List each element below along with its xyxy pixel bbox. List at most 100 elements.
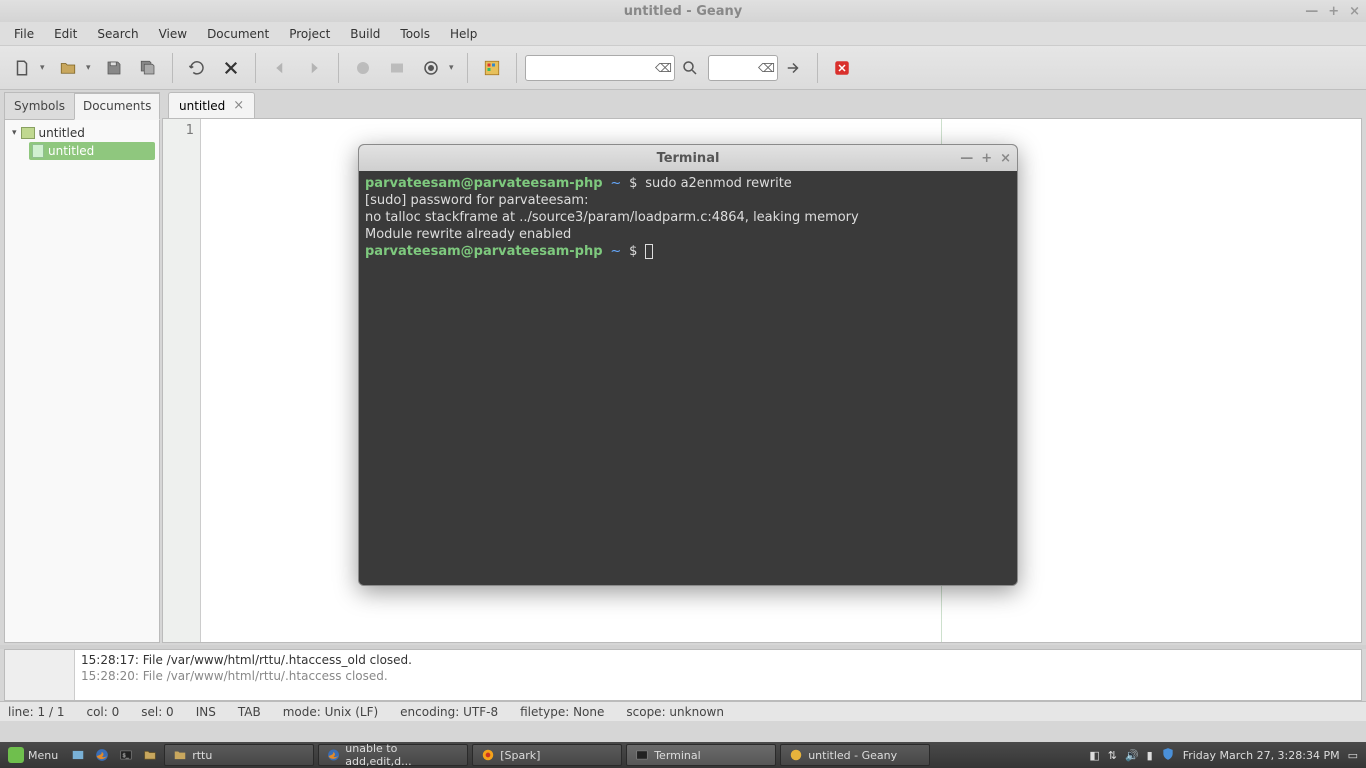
taskbar-app-label: rttu (192, 749, 212, 762)
terminal-cursor (645, 244, 653, 259)
status-mode: mode: Unix (LF) (283, 705, 378, 719)
run-drop-icon[interactable]: ▾ (449, 63, 459, 73)
message-panel-side[interactable] (5, 650, 75, 700)
sidebar-tab-symbols[interactable]: Symbols (5, 93, 74, 119)
taskbar-app-label: Terminal (654, 749, 701, 762)
taskbar-app-label: [Spark] (500, 749, 540, 762)
app-titlebar: untitled - Geany — + × (0, 0, 1366, 22)
open-file-button[interactable] (52, 52, 84, 84)
status-scope: scope: unknown (626, 705, 724, 719)
term-prompt-user: parvateesam@parvateesam-php (365, 176, 603, 191)
clock-text[interactable]: Friday March 27, 3:28:34 PM (1183, 749, 1340, 762)
menu-edit[interactable]: Edit (44, 24, 87, 44)
save-all-button[interactable] (132, 52, 164, 84)
terminal-maximize-icon[interactable]: + (981, 151, 992, 166)
tree-root-label: untitled (39, 126, 85, 140)
battery-icon[interactable]: ▮ (1147, 749, 1153, 762)
term-out: no talloc stackframe at ../source3/param… (365, 210, 859, 225)
status-sel: sel: 0 (141, 705, 173, 719)
taskbar-app-terminal[interactable]: Terminal (626, 744, 776, 766)
term-out: Module rewrite already enabled (365, 227, 571, 242)
doc-tab-label: untitled (179, 99, 225, 113)
doc-tab-close-icon[interactable]: × (233, 98, 244, 113)
goto-button[interactable] (777, 52, 809, 84)
term-prompt-path: ~ (610, 176, 621, 191)
terminal-window[interactable]: Terminal — + × parvateesam@parvateesam-p… (358, 144, 1018, 586)
show-desktop-button[interactable] (66, 744, 90, 766)
taskbar-app-geany[interactable]: untitled - Geany (780, 744, 930, 766)
statusbar: line: 1 / 1 col: 0 sel: 0 INS TAB mode: … (0, 701, 1366, 721)
tray-extra-icon[interactable]: ▭ (1348, 749, 1358, 762)
taskbar-app-rttu[interactable]: rttu (164, 744, 314, 766)
goto-clear-icon[interactable]: ⌫ (758, 61, 775, 75)
quit-button[interactable] (826, 52, 858, 84)
status-ins: INS (196, 705, 216, 719)
menu-search[interactable]: Search (87, 24, 148, 44)
save-button[interactable] (98, 52, 130, 84)
taskbar-app-firefox[interactable]: unable to add,edit,d... (318, 744, 468, 766)
new-file-button[interactable] (6, 52, 38, 84)
menu-view[interactable]: View (149, 24, 197, 44)
terminal-titlebar[interactable]: Terminal — + × (359, 145, 1017, 171)
doc-tab-untitled[interactable]: untitled × (168, 92, 255, 118)
search-button[interactable] (674, 52, 706, 84)
search-input[interactable] (525, 55, 675, 81)
gutter: 1 (163, 119, 201, 642)
taskbar-app-label: untitled - Geany (808, 749, 897, 762)
taskbar: Menu $_ rttu unable to add,edit,d... [Sp… (0, 742, 1366, 768)
menu-project[interactable]: Project (279, 24, 340, 44)
menu-file[interactable]: File (4, 24, 44, 44)
volume-icon[interactable]: 🔊 (1125, 749, 1139, 762)
network-icon[interactable]: ⇅ (1108, 749, 1117, 762)
color-picker-button[interactable] (476, 52, 508, 84)
status-ftype: filetype: None (520, 705, 604, 719)
forward-button[interactable] (298, 52, 330, 84)
tray-app-icon[interactable]: ◧ (1089, 749, 1099, 762)
message-panel-main[interactable]: 15:28:17: File /var/www/html/rttu/.htacc… (75, 650, 1361, 700)
taskbar-menu-button[interactable]: Menu (0, 742, 66, 768)
search-clear-icon[interactable]: ⌫ (655, 61, 672, 75)
msg-line: 15:28:17: File /var/www/html/rttu/.htacc… (81, 652, 1355, 668)
tree-root[interactable]: ▾ untitled (9, 124, 155, 142)
terminal-body[interactable]: parvateesam@parvateesam-php ~ $ sudo a2e… (359, 171, 1017, 585)
term-prompt-user: parvateesam@parvateesam-php (365, 244, 603, 259)
tree-item-untitled[interactable]: untitled (29, 142, 155, 160)
term-prompt-sym: $ (629, 176, 637, 191)
documents-tree: ▾ untitled untitled (5, 120, 159, 642)
files-launcher[interactable] (138, 744, 162, 766)
line-number: 1 (163, 123, 194, 141)
maximize-icon[interactable]: + (1328, 4, 1339, 19)
back-button[interactable] (264, 52, 296, 84)
terminal-minimize-icon[interactable]: — (960, 151, 973, 166)
close-file-button[interactable] (215, 52, 247, 84)
build-button[interactable] (381, 52, 413, 84)
close-icon[interactable]: × (1349, 4, 1360, 19)
message-panel: 15:28:17: File /var/www/html/rttu/.htacc… (4, 649, 1362, 701)
sidebar-tab-documents[interactable]: Documents (74, 93, 160, 120)
run-button[interactable] (415, 52, 447, 84)
reload-button[interactable] (181, 52, 213, 84)
status-enc: encoding: UTF-8 (400, 705, 498, 719)
open-file-drop-icon[interactable]: ▾ (86, 63, 96, 73)
terminal-title: Terminal (657, 151, 720, 166)
menu-build[interactable]: Build (340, 24, 390, 44)
term-prompt-path: ~ (610, 244, 621, 259)
menu-help[interactable]: Help (440, 24, 487, 44)
new-file-drop-icon[interactable]: ▾ (40, 63, 50, 73)
menu-document[interactable]: Document (197, 24, 279, 44)
mint-logo-icon (8, 747, 24, 763)
disclose-icon[interactable]: ▾ (12, 128, 17, 138)
menu-tools[interactable]: Tools (390, 24, 440, 44)
document-icon (32, 144, 44, 158)
toolbar: ▾ ▾ ▾ ⌫ ⌫ (0, 46, 1366, 90)
status-col: col: 0 (86, 705, 119, 719)
term-prompt-sym: $ (629, 244, 637, 259)
taskbar-app-spark[interactable]: [Spark] (472, 744, 622, 766)
terminal-launcher[interactable]: $_ (114, 744, 138, 766)
terminal-close-icon[interactable]: × (1000, 151, 1011, 166)
shield-icon[interactable] (1161, 747, 1175, 764)
compile-button[interactable] (347, 52, 379, 84)
msg-line: 15:28:20: File /var/www/html/rttu/.htacc… (81, 668, 1355, 684)
minimize-icon[interactable]: — (1305, 4, 1318, 19)
firefox-launcher[interactable] (90, 744, 114, 766)
